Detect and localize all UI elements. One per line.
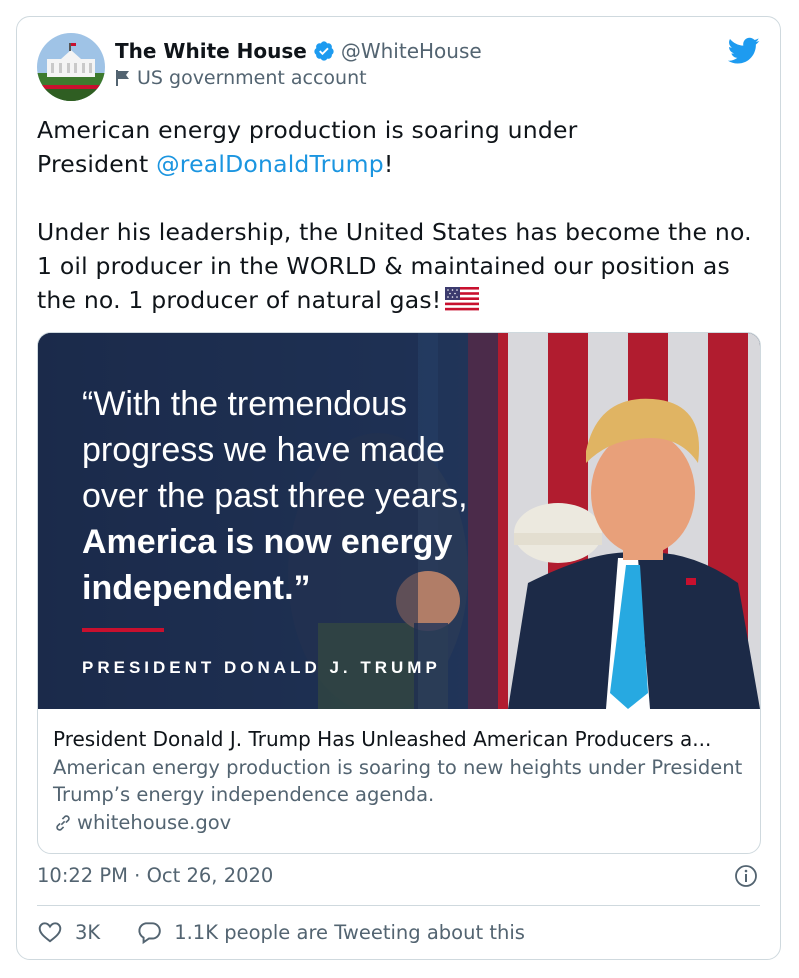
- tweet-line-2-prefix: President: [37, 150, 157, 178]
- quote-line-2: progress we have made: [82, 431, 445, 469]
- link-preview-card[interactable]: “With the tremendous progress we have ma…: [37, 332, 761, 854]
- link-card-domain: whitehouse.gov: [77, 811, 232, 834]
- heart-icon: [38, 922, 62, 943]
- tweet-paragraph-2: Under his leadership, the United States …: [37, 218, 752, 314]
- quote-line-3: over the past three years,: [82, 477, 468, 515]
- government-account-label: US government account: [137, 67, 367, 89]
- government-label-row: US government account: [115, 67, 367, 89]
- flag-icon: [116, 70, 129, 86]
- link-card-description: American energy production is soaring to…: [53, 756, 743, 806]
- tweeting-about-link[interactable]: 1.1K people are Tweeting about this: [136, 919, 525, 945]
- tweet-card: The White House @WhiteHouse US governmen…: [16, 16, 781, 960]
- reply-bubble-icon: [138, 922, 161, 945]
- like-button[interactable]: 3K: [37, 919, 100, 945]
- quote-line-1: “With the tremendous: [82, 385, 408, 423]
- verified-badge-icon: [314, 41, 334, 61]
- us-flag-emoji-icon: [445, 287, 480, 311]
- like-count: 3K: [75, 920, 101, 944]
- tweet-timestamp[interactable]: 10:22 PM · Oct 26, 2020: [37, 864, 273, 887]
- link-card-title[interactable]: President Donald J. Trump Has Unleashed …: [53, 725, 744, 753]
- tweeting-about-text: 1.1K people are Tweeting about this: [174, 920, 525, 944]
- red-divider: [82, 628, 164, 632]
- link-icon: [56, 815, 70, 831]
- tweet-text: American energy production is soaring un…: [37, 113, 767, 317]
- tweet-actions: 3K 1.1K people are Tweeting about this: [37, 919, 561, 945]
- quote-text: “With the tremendous progress we have ma…: [82, 381, 502, 611]
- twitter-bird-icon[interactable]: [728, 37, 760, 65]
- account-handle[interactable]: @WhiteHouse: [341, 39, 482, 63]
- avatar[interactable]: [37, 33, 105, 101]
- quote-bold-line-1: America is now energy: [82, 523, 453, 561]
- link-card-image[interactable]: “With the tremendous progress we have ma…: [38, 333, 760, 709]
- tweet-line-1: American energy production is soaring un…: [37, 116, 578, 144]
- account-name-row: The White House @WhiteHouse: [115, 39, 482, 63]
- white-house-avatar-icon: [37, 33, 105, 101]
- quote-attribution: PRESIDENT DONALD J. TRUMP: [82, 658, 441, 677]
- quote-bold-line-2: independent.”: [82, 569, 311, 607]
- link-card-domain-row: whitehouse.gov: [53, 808, 744, 838]
- link-card-body[interactable]: President Donald J. Trump Has Unleashed …: [38, 709, 760, 838]
- tweet-line-2-suffix: !: [383, 150, 394, 178]
- account-name[interactable]: The White House: [115, 39, 307, 63]
- mention-link[interactable]: @realDonaldTrump: [156, 150, 384, 178]
- divider: [37, 905, 760, 906]
- info-icon[interactable]: [734, 864, 758, 888]
